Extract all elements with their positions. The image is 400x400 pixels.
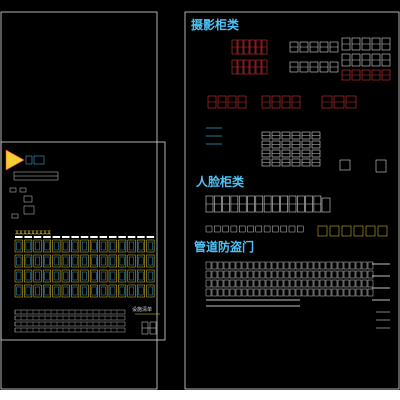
cabinet-elevations-section-1: [206, 37, 391, 173]
drawing-frames: [0, 11, 400, 390]
schedule-bottom-rows: [14, 309, 126, 333]
door-panel-section-3: [205, 261, 390, 329]
status-bar: [0, 390, 400, 400]
right-sheet-frame: [184, 11, 400, 390]
left-sheet-frame: [0, 11, 158, 390]
legend-detail-blocks: [9, 171, 59, 219]
section-title-1: 摄影柜类: [191, 18, 240, 32]
section-title-3: 管道防盗门: [194, 240, 255, 254]
equipment-schedule-table: [14, 236, 155, 298]
schedule-title-block: [135, 313, 160, 335]
legend-arrow: [5, 149, 45, 171]
schedule-small-title: 设施清单: [132, 307, 153, 313]
section-title-2: 人脸柜类: [196, 175, 245, 189]
cad-drawing-canvas[interactable]: [0, 0, 400, 400]
cabinet-elevations-section-2: [205, 195, 388, 237]
schedule-header-text: 某某某某某某某某某: [15, 230, 51, 235]
